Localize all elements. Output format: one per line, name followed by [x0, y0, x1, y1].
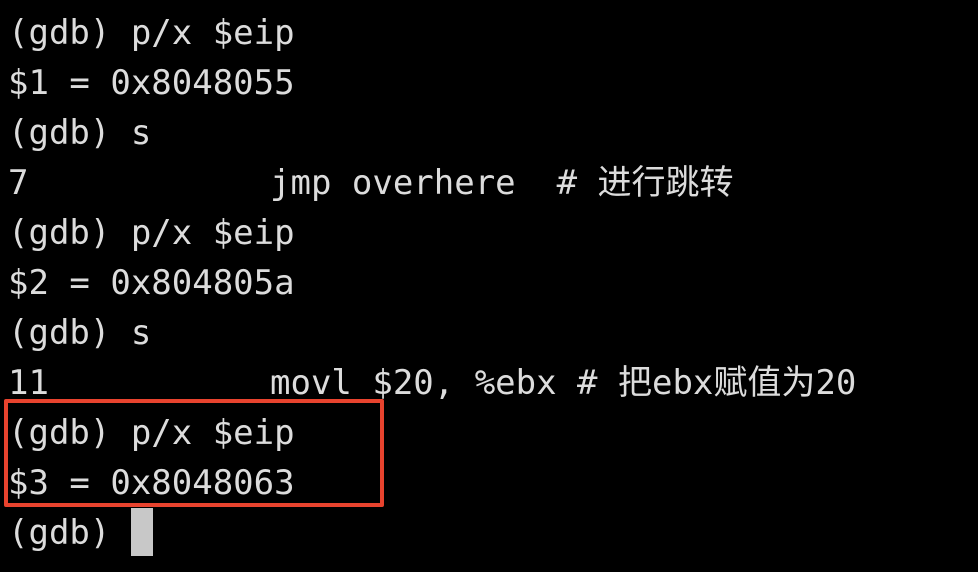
- terminal-line: 7 jmp overhere # 进行跳转: [8, 158, 978, 208]
- terminal-line: $2 = 0x804805a: [8, 263, 295, 303]
- gdb-prompt: (gdb): [8, 513, 131, 553]
- terminal-line: 11 movl $20, %ebx # 把ebx赋值为20: [8, 358, 978, 408]
- source-line-number: 11: [8, 363, 49, 403]
- terminal-line: (gdb) p/x $eip: [8, 13, 295, 53]
- terminal-prompt-line[interactable]: (gdb): [8, 508, 978, 558]
- terminal-window[interactable]: (gdb) p/x $eip $1 = 0x8048055 (gdb) s 7 j…: [0, 0, 978, 572]
- terminal-line: (gdb) p/x $eip: [8, 413, 295, 453]
- terminal-line: $3 = 0x8048063: [8, 463, 295, 503]
- source-code: jmp overhere # 进行跳转: [270, 163, 734, 203]
- terminal-line: (gdb) s: [8, 113, 152, 153]
- text-cursor: [130, 508, 153, 556]
- source-code: movl $20, %ebx # 把ebx赋值为20: [270, 363, 857, 403]
- terminal-line: (gdb) s: [8, 313, 152, 353]
- terminal-line: $1 = 0x8048055: [8, 63, 295, 103]
- source-line-number: 7: [8, 163, 29, 203]
- terminal-line: (gdb) p/x $eip: [8, 213, 295, 253]
